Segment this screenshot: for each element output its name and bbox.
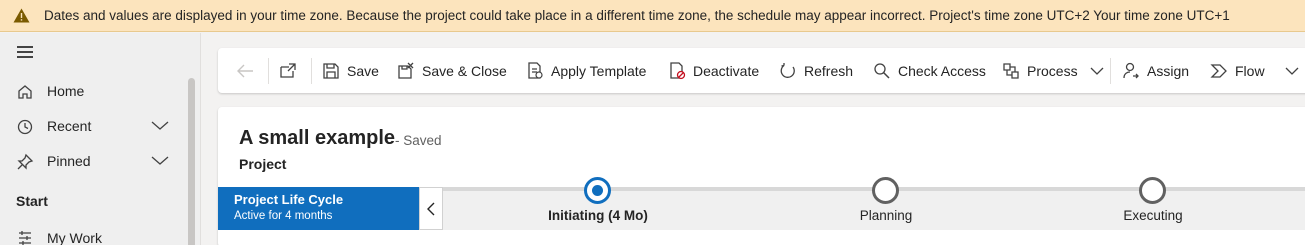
sidebar-item-label: Home: [47, 83, 85, 99]
hamburger-menu-icon[interactable]: [17, 46, 33, 58]
stage-label: Executing: [1123, 208, 1183, 223]
sidebar-item-label: Recent: [47, 118, 92, 134]
save-status: - Saved: [395, 133, 442, 148]
sidebar-section-title: Start: [16, 193, 48, 209]
sidebar-item-label: Pinned: [47, 153, 91, 169]
chevron-down-icon: [1285, 67, 1299, 75]
process-icon: [1003, 62, 1019, 79]
process-button[interactable]: Process: [1002, 48, 1104, 93]
clock-icon: [17, 119, 33, 135]
chevron-left-icon: [427, 202, 435, 216]
flow-icon: [1210, 63, 1227, 78]
divider: [311, 58, 312, 84]
apply-template-label: Apply Template: [551, 62, 647, 79]
process-label: Process: [1027, 62, 1078, 79]
sidebar-item-home[interactable]: Home: [0, 76, 185, 106]
assign-button[interactable]: Assign: [1122, 48, 1189, 93]
bpf-process-flag[interactable]: Project Life Cycle Active for 4 months: [218, 187, 419, 230]
check-access-label: Check Access: [898, 62, 986, 79]
stage-label: Planning: [859, 208, 913, 223]
bpf-collapse-button[interactable]: [419, 187, 443, 230]
sidebar-item-label: My Work: [47, 230, 102, 245]
divider: [1110, 58, 1111, 84]
sidebar-item-my-work[interactable]: My Work: [0, 223, 185, 245]
save-button[interactable]: Save: [322, 48, 379, 93]
command-bar: Save Save & Close Apply Template Deactiv…: [218, 48, 1305, 93]
check-access-icon: [874, 62, 890, 79]
deactivate-icon: [670, 61, 686, 79]
deactivate-button[interactable]: Deactivate: [668, 48, 759, 93]
check-access-button[interactable]: Check Access: [873, 48, 986, 93]
save-close-icon: [398, 62, 414, 79]
record-form: A small example - Saved Project Project …: [218, 107, 1305, 245]
flow-button[interactable]: Flow: [1210, 48, 1299, 93]
warning-icon: [13, 8, 30, 23]
pin-icon: [17, 153, 34, 170]
deactivate-label: Deactivate: [693, 62, 760, 79]
sidebar-item-pinned[interactable]: Pinned: [0, 146, 185, 176]
save-icon: [323, 62, 339, 79]
chevron-down-icon[interactable]: [151, 121, 169, 131]
bpf-name: Project Life Cycle: [234, 192, 344, 207]
bpf-status: Active for 4 months: [234, 210, 333, 222]
chevron-down-icon[interactable]: [151, 156, 169, 166]
tasks-icon: [19, 231, 31, 245]
save-and-close-button[interactable]: Save & Close: [397, 48, 507, 93]
stage-active-marker: [584, 177, 611, 204]
sidebar-scrollbar[interactable]: [188, 78, 195, 245]
stage-label: Initiating (4 Mo): [548, 208, 648, 223]
flow-label: Flow: [1235, 62, 1265, 79]
stage-marker: [1139, 177, 1166, 204]
template-icon: [528, 61, 543, 79]
save-label: Save: [347, 62, 379, 79]
save-close-label: Save & Close: [422, 62, 507, 79]
record-title: A small example: [239, 127, 396, 149]
banner-message: Dates and values are displayed in your t…: [44, 8, 1230, 23]
sidebar: Home Recent Pinned Start My Work: [0, 33, 201, 245]
refresh-label: Refresh: [804, 62, 854, 79]
assign-icon: [1123, 62, 1139, 78]
chevron-down-icon: [1090, 67, 1104, 75]
stage-marker: [872, 177, 899, 204]
home-icon: [18, 85, 32, 99]
timezone-warning-banner: Dates and values are displayed in your t…: [0, 0, 1305, 32]
divider: [268, 58, 269, 84]
refresh-icon: [780, 62, 795, 78]
entity-name: Project: [239, 156, 287, 172]
refresh-button[interactable]: Refresh: [779, 48, 853, 93]
sidebar-item-recent[interactable]: Recent: [0, 111, 185, 141]
assign-label: Assign: [1147, 62, 1190, 79]
back-arrow-icon[interactable]: [236, 63, 254, 79]
open-in-new-window-icon[interactable]: [279, 62, 297, 80]
apply-template-button[interactable]: Apply Template: [526, 48, 646, 93]
